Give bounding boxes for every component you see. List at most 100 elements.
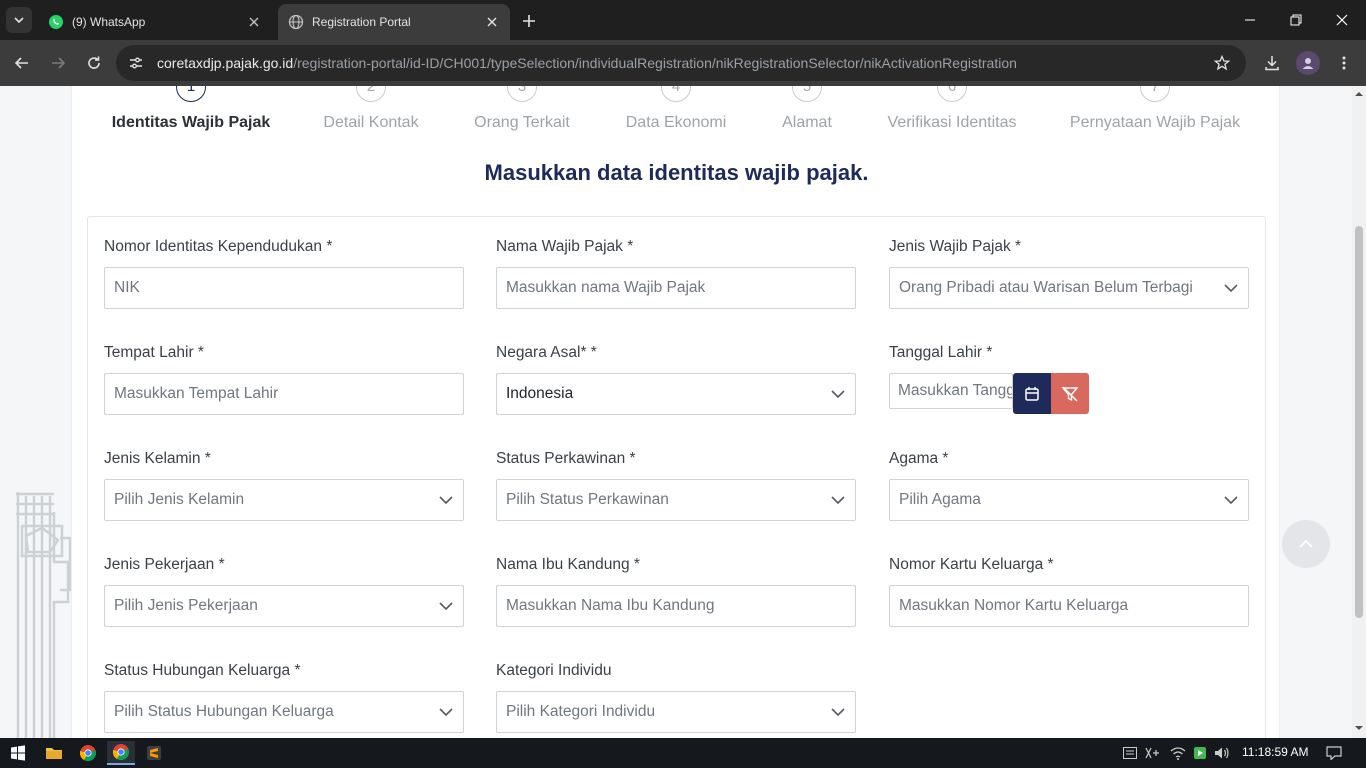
placeholder: NIK [114,279,140,296]
close-icon[interactable] [246,14,262,30]
calendar-button[interactable] [1013,373,1051,414]
site-info-icon[interactable] [126,53,146,73]
back-button[interactable] [10,51,34,75]
nik-input[interactable]: NIK [104,267,464,309]
tab-whatsapp[interactable]: (9) WhatsApp [38,4,272,40]
start-button[interactable] [4,741,32,765]
step-number: 6 [937,86,967,102]
forward-button[interactable] [46,51,70,75]
step-number: 3 [507,86,537,102]
keyboard-icon[interactable] [1122,745,1138,761]
clear-date-button[interactable] [1051,373,1089,414]
reload-button[interactable] [82,51,106,75]
profile-icon [1302,58,1314,69]
nama-wajib-pajak-input[interactable]: Masukkan nama Wajib Pajak [496,267,856,309]
status-perkawinan-select[interactable]: Pilih Status Perkawinan [496,479,856,521]
step-number: 4 [661,86,691,102]
field-jenis-wajib-pajak: Jenis Wajib Pajak * Orang Pribadi atau W… [889,237,1249,309]
placeholder: Masukkan Tempat Lahir [114,385,279,402]
chevron-down-icon [1223,280,1239,296]
page-scrollbar[interactable] [1352,86,1366,738]
step-label: Detail Kontak [323,114,419,131]
nomor-kartu-keluarga-input[interactable]: Masukkan Nomor Kartu Keluarga [889,585,1249,627]
chevron-down-icon [830,386,846,402]
negara-asal-select[interactable]: Indonesia [496,373,856,415]
field-nama-ibu-kandung: Nama Ibu Kandung * Masukkan Nama Ibu Kan… [496,555,856,627]
step-number: 7 [1140,86,1170,102]
placeholder: Pilih Jenis Kelamin [114,491,245,508]
address-bar[interactable]: coretaxdjp.pajak.go.id/registration-port… [116,45,1246,81]
plus-icon [523,15,535,27]
chrome-icon [79,745,97,762]
chevron-down-icon [438,598,454,614]
chevron-up-icon [1299,539,1313,548]
tanggal-lahir-input[interactable]: Masukkan Tanggal Lahir [889,373,1013,409]
jenis-pekerjaan-select[interactable]: Pilih Jenis Pekerjaan [104,585,464,627]
jenis-wajib-pajak-select[interactable]: Orang Pribadi atau Warisan Belum Terbagi [889,267,1249,309]
download-button[interactable] [1260,51,1284,75]
step-number: 2 [356,86,386,102]
notification-center-icon[interactable] [1326,745,1342,761]
whatsapp-icon [48,14,64,30]
scroll-down-arrow-icon[interactable] [1355,724,1363,732]
minimize-icon [1245,19,1255,21]
selected-value: Indonesia [506,385,574,402]
file-explorer-button[interactable] [40,741,68,765]
nama-ibu-kandung-input[interactable]: Masukkan Nama Ibu Kandung [496,585,856,627]
close-window-button[interactable] [1330,8,1354,32]
taskbar-clock[interactable]: 11:18:59 AM [1242,745,1309,759]
bookmark-star-icon[interactable] [1212,53,1232,73]
tempat-lahir-input[interactable]: Masukkan Tempat Lahir [104,373,464,415]
wifi-icon[interactable] [1170,745,1186,761]
calendar-icon [1025,386,1039,401]
placeholder: Masukkan Tanggal Lahir [898,382,1012,399]
kategori-individu-select[interactable]: Pilih Kategori Individu [496,691,856,733]
sublime-text-button[interactable] [140,741,168,765]
ime-icon[interactable] [1144,745,1160,761]
field-label: Kategori Individu [496,662,612,679]
placeholder: Pilih Jenis Pekerjaan [114,597,258,614]
restore-button[interactable] [1284,8,1308,32]
arrow-right-icon [52,57,66,69]
minimize-button[interactable] [1238,8,1262,32]
field-jenis-pekerjaan: Jenis Pekerjaan * Pilih Jenis Pekerjaan [104,555,464,627]
jenis-kelamin-select[interactable]: Pilih Jenis Kelamin [104,479,464,521]
field-nik: Nomor Identitas Kependudukan * NIK [104,237,464,309]
step-label: Identitas Wajib Pajak [111,114,271,131]
identity-form: Nomor Identitas Kependudukan * NIK Nama … [87,216,1266,738]
field-kategori-individu: Kategori Individu Pilih Kategori Individ… [496,661,856,733]
field-label: Nomor Kartu Keluarga * [889,556,1054,573]
browser-menu-button[interactable] [1332,51,1356,75]
chevron-down-icon [14,17,24,24]
placeholder: Masukkan Nama Ibu Kandung [506,597,715,614]
field-label: Negara Asal* * [496,344,597,361]
close-icon [1336,14,1348,26]
field-label: Status Hubungan Keluarga * [104,662,301,679]
agama-select[interactable]: Pilih Agama [889,479,1249,521]
field-agama: Agama * Pilih Agama [889,449,1249,521]
profile-avatar[interactable] [1296,51,1320,75]
kebab-menu-icon [1342,56,1346,70]
field-label: Jenis Pekerjaan * [104,556,225,573]
url-text: coretaxdjp.pajak.go.id/registration-port… [157,55,1212,71]
close-icon[interactable] [484,14,500,30]
scroll-to-top-button[interactable] [1282,520,1330,568]
placeholder: Masukkan nama Wajib Pajak [506,279,706,296]
chrome-active-taskbar-button[interactable] [107,741,135,765]
scroll-up-arrow-icon[interactable] [1355,90,1363,98]
volume-icon[interactable] [1214,745,1230,761]
scrollbar-thumb[interactable] [1355,226,1363,618]
chrome-taskbar-button[interactable] [74,741,102,765]
new-tab-button[interactable] [518,10,540,32]
step-label: Orang Terkait [474,114,570,131]
field-label: Nomor Identitas Kependudukan * [104,238,333,255]
tab-search-button[interactable] [6,7,32,33]
field-label: Status Perkawinan * [496,450,636,467]
status-hubungan-keluarga-select[interactable]: Pilih Status Hubungan Keluarga [104,691,464,733]
field-label: Jenis Wajib Pajak * [889,238,1022,255]
chevron-down-icon [438,704,454,720]
tab-registration-portal[interactable]: Registration Portal [278,4,510,40]
chevron-down-icon [830,704,846,720]
battery-icon[interactable] [1192,745,1208,761]
selected-value: Orang Pribadi atau Warisan Belum Terbagi [899,279,1193,296]
